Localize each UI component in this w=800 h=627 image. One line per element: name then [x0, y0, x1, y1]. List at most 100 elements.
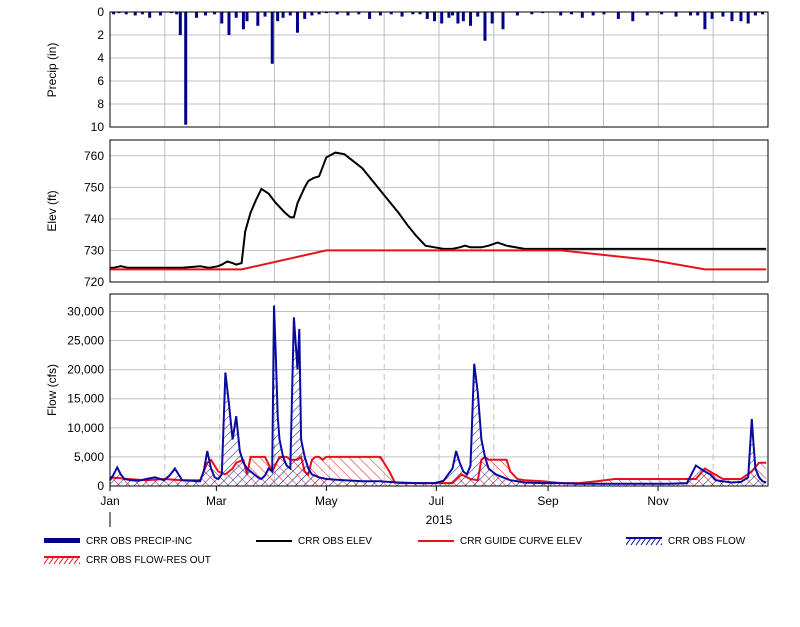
precip-bar [241, 12, 245, 30]
legend-label: CRR OBS ELEV [298, 535, 372, 547]
precip-bar [310, 12, 314, 16]
precip-bar [696, 12, 700, 16]
precip-bar [227, 12, 231, 35]
precip-bar [710, 12, 714, 19]
precip-bar [178, 12, 182, 35]
precip-axis-title: Precip (in) [45, 43, 59, 98]
precip-bar [263, 12, 267, 17]
precip-bar [559, 12, 563, 16]
precip-bar [645, 12, 649, 16]
elev-panel: 720 730 740 750 760 Elev (ft) [45, 139, 769, 289]
legend-label: CRR OBS PRECIP-INC [86, 535, 193, 547]
precip-bar [400, 12, 404, 17]
precip-bar [245, 12, 249, 22]
y-tick-label: 10,000 [67, 421, 104, 435]
precip-bar [425, 12, 429, 19]
legend-label: CRR GUIDE CURVE ELEV [460, 535, 583, 547]
precip-bar [674, 12, 678, 17]
precip-bar [456, 12, 460, 24]
precip-bar [270, 12, 274, 64]
precip-bar [295, 12, 299, 33]
x-tick-label: May [315, 494, 338, 508]
precip-bar [476, 12, 480, 17]
precip-bar [288, 12, 292, 16]
precip-bar [184, 12, 188, 125]
precip-bar [378, 12, 382, 16]
precip-bar [501, 12, 505, 30]
hydrograph-chart: 0 2 4 6 8 10 Precip (in) 720 730 740 750 760 Elev… [45, 5, 769, 527]
y-tick-label: 8 [97, 97, 104, 111]
legend-swatch [256, 540, 292, 542]
legend-swatch [626, 537, 662, 546]
precip-bar [133, 12, 137, 16]
precip-bar [346, 12, 350, 16]
x-tick-label: Jul [429, 494, 444, 508]
precip-bar [447, 12, 451, 18]
legend-swatch [44, 538, 80, 543]
x-axis: Jan Mar May Jul Sep Nov [100, 486, 669, 508]
legend: CRR OBS PRECIP-INC CRR OBS ELEV CRR GUIDE … [0, 534, 800, 574]
y-tick-label: 2 [97, 28, 104, 42]
precip-bar [276, 12, 280, 22]
precip-bar [469, 12, 473, 26]
y-tick-label: 20,000 [67, 363, 104, 377]
precip-bar [721, 12, 725, 17]
legend-item: CRR OBS PRECIP-INC [44, 534, 192, 548]
flow-panel: 0 5,000 10,000 15,000 20,000 25,000 30,000 Flo… [45, 293, 769, 493]
precip-bar [730, 12, 734, 22]
legend-swatch [44, 556, 80, 565]
precip-bar [234, 12, 238, 18]
precip-bar [591, 12, 595, 16]
precip-bar [440, 12, 444, 24]
y-tick-label: 740 [84, 212, 104, 226]
y-tick-label: 5,000 [74, 450, 104, 464]
y-tick-label: 750 [84, 180, 104, 194]
y-tick-label: 25,000 [67, 334, 104, 348]
y-tick-label: 6 [97, 74, 104, 88]
y-tick-label: 15,000 [67, 392, 104, 406]
precip-bar [739, 12, 743, 22]
y-tick-label: 730 [84, 243, 104, 257]
x-tick-label: Jan [100, 494, 119, 508]
x-tick-label: Mar [206, 494, 227, 508]
precip-bar [204, 12, 208, 16]
precip-bar [515, 12, 519, 16]
precip-bar [195, 12, 199, 18]
y-tick-label: 10 [91, 120, 105, 134]
precip-bar [451, 12, 455, 16]
precip-bar [303, 12, 307, 19]
y-tick-label: 0 [97, 5, 104, 19]
precip-bar [688, 12, 692, 16]
legend-label: CRR OBS FLOW-RES OUT [86, 554, 211, 566]
precip-bar [461, 12, 465, 22]
y-tick-label: 0 [97, 479, 104, 493]
legend-item: CRR OBS FLOW-RES OUT [44, 553, 211, 567]
x-axis-year-label: 2015 [426, 513, 453, 527]
precip-bar [256, 12, 260, 26]
precip-bar [753, 12, 757, 16]
legend-item: CRR OBS ELEV [256, 534, 372, 548]
precip-bar [490, 12, 494, 24]
precip-bar [432, 12, 436, 22]
precip-bar [281, 12, 285, 18]
precip-bar [148, 12, 152, 18]
legend-label: CRR OBS FLOW [668, 535, 746, 547]
precip-bar [158, 12, 162, 16]
precip-bar [631, 12, 635, 22]
precip-panel: 0 2 4 6 8 10 Precip (in) [45, 5, 769, 134]
precip-bar [616, 12, 620, 19]
legend-swatch [418, 540, 454, 542]
y-tick-label: 4 [97, 51, 104, 65]
elev-axis-title: Elev (ft) [45, 190, 59, 231]
y-tick-label: 720 [84, 275, 104, 289]
precip-bar [703, 12, 707, 30]
y-tick-label: 760 [84, 149, 104, 163]
precip-bar [220, 12, 224, 24]
x-tick-label: Nov [647, 494, 668, 508]
precip-bar [746, 12, 750, 24]
legend-item: CRR GUIDE CURVE ELEV [418, 534, 582, 548]
precip-bar [368, 12, 372, 19]
precip-bar [580, 12, 584, 18]
x-tick-label: Sep [537, 494, 559, 508]
flow-axis-title: Flow (cfs) [45, 364, 59, 416]
